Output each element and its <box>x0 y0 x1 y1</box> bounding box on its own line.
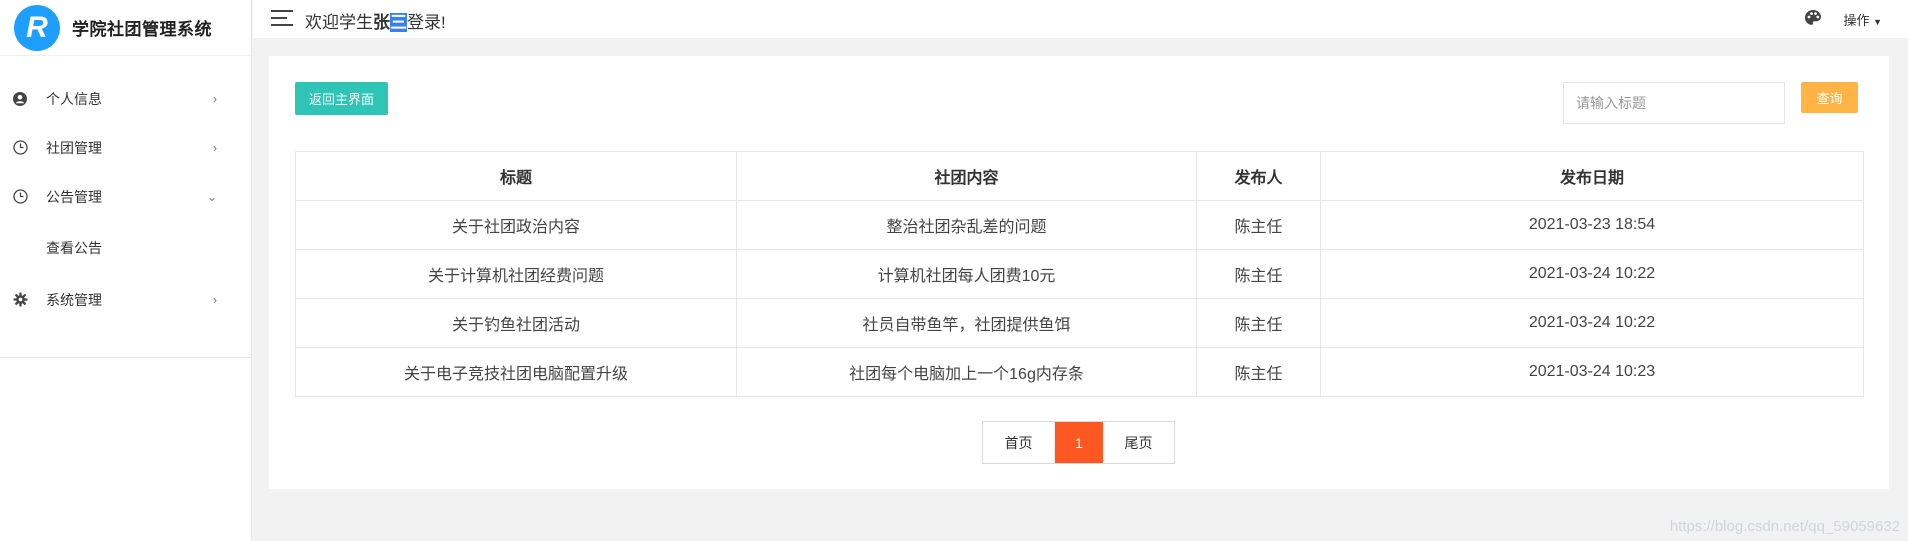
user-name: 张 <box>373 13 390 32</box>
cell-content: 整治社团杂乱差的问题 <box>736 200 1197 250</box>
table-header-row: 标题 社团内容 发布人 发布日期 <box>295 151 1864 201</box>
title-search-input[interactable] <box>1563 82 1785 124</box>
app-logo[interactable]: R 学院社团管理系统 <box>0 0 251 56</box>
cell-date: 2021-03-24 10:22 <box>1320 298 1864 348</box>
welcome-message: 欢迎学生张三登录! <box>305 8 446 33</box>
cell-publisher: 陈主任 <box>1196 298 1321 348</box>
cell-date: 2021-03-23 18:54 <box>1320 200 1864 250</box>
sidebar-item-label: 公告管理 <box>46 188 102 205</box>
operations-dropdown[interactable]: 操作 ▼ <box>1843 10 1882 29</box>
content-card: 返回主界面 查询 标题 社团内容 发布人 发布日期 关于社团政治内容 整治社团杂… <box>269 56 1889 489</box>
cell-publisher: 陈主任 <box>1196 200 1321 250</box>
gear-icon <box>12 292 28 308</box>
cell-title: 关于电子竞技社团电脑配置升级 <box>295 347 737 397</box>
caret-down-icon: ▼ <box>1873 17 1882 27</box>
cell-content: 社员自带鱼竿，社团提供鱼饵 <box>736 298 1197 348</box>
column-header-publisher: 发布人 <box>1196 151 1321 201</box>
user-circle-icon <box>12 91 28 107</box>
watermark: https://blog.csdn.net/qq_59059632 <box>1669 518 1900 535</box>
cell-title: 关于社团政治内容 <box>295 200 737 250</box>
clock-icon <box>12 140 28 156</box>
sidebar-item-label: 查看公告 <box>46 240 102 256</box>
sidebar-divider <box>0 357 252 358</box>
table-row[interactable]: 关于钓鱼社团活动 社员自带鱼竿，社团提供鱼饵 陈主任 2021-03-24 10… <box>295 298 1864 348</box>
app-title: 学院社团管理系统 <box>72 20 212 39</box>
sidebar-subitem-view-announcements[interactable]: 查看公告 <box>0 221 251 275</box>
welcome-suffix: 登录! <box>407 13 446 32</box>
back-to-main-button[interactable]: 返回主界面 <box>295 82 389 115</box>
sidebar-item-announcement-management[interactable]: 公告管理 ⌄ <box>0 172 251 221</box>
column-header-title: 标题 <box>295 151 737 201</box>
query-button[interactable]: 查询 <box>1801 82 1858 113</box>
cell-title: 关于钓鱼社团活动 <box>295 298 737 348</box>
user-name-selected: 三 <box>390 13 407 32</box>
chevron-right-icon: › <box>213 140 217 155</box>
chevron-right-icon: › <box>213 91 217 106</box>
sidebar-item-personal-info[interactable]: 个人信息 › <box>0 74 251 123</box>
sidebar-item-label: 系统管理 <box>46 291 102 308</box>
sidebar-item-club-management[interactable]: 社团管理 › <box>0 123 251 172</box>
table-row[interactable]: 关于电子竞技社团电脑配置升级 社团每个电脑加上一个16g内存条 陈主任 2021… <box>295 347 1864 397</box>
sidebar-item-system-management[interactable]: 系统管理 › <box>0 275 251 324</box>
menu-toggle-icon[interactable] <box>271 10 293 26</box>
pagination: 首页 1 尾页 <box>982 421 1175 464</box>
cell-date: 2021-03-24 10:22 <box>1320 249 1864 299</box>
chevron-down-icon: ⌄ <box>206 189 217 204</box>
cell-content: 计算机社团每人团费10元 <box>736 249 1197 299</box>
cell-date: 2021-03-24 10:23 <box>1320 347 1864 397</box>
current-page-button[interactable]: 1 <box>1055 422 1103 463</box>
announcement-table: 标题 社团内容 发布人 发布日期 关于社团政治内容 整治社团杂乱差的问题 陈主任… <box>295 151 1864 397</box>
table-row[interactable]: 关于计算机社团经费问题 计算机社团每人团费10元 陈主任 2021-03-24 … <box>295 249 1864 299</box>
cell-title: 关于计算机社团经费问题 <box>295 249 737 299</box>
logo-icon: R <box>14 4 60 51</box>
sidebar-menu: 个人信息 › 社团管理 › 公告管理 ⌄ 查看公告 系统管理 › <box>0 74 251 324</box>
column-header-date: 发布日期 <box>1320 151 1864 201</box>
cell-publisher: 陈主任 <box>1196 249 1321 299</box>
clock-icon <box>12 189 28 205</box>
welcome-prefix: 欢迎学生 <box>305 13 373 32</box>
table-row[interactable]: 关于社团政治内容 整治社团杂乱差的问题 陈主任 2021-03-23 18:54 <box>295 200 1864 250</box>
top-header: 欢迎学生张三登录! 操作 ▼ <box>253 0 1908 38</box>
sidebar-item-label: 社团管理 <box>46 139 102 156</box>
column-header-content: 社团内容 <box>736 151 1197 201</box>
last-page-button[interactable]: 尾页 <box>1103 422 1174 463</box>
cell-content: 社团每个电脑加上一个16g内存条 <box>736 347 1197 397</box>
sidebar: R 学院社团管理系统 个人信息 › 社团管理 › 公告管理 ⌄ 查看公告 系统管… <box>0 0 252 541</box>
sidebar-item-label: 个人信息 <box>46 90 102 107</box>
first-page-button[interactable]: 首页 <box>983 422 1055 463</box>
palette-icon[interactable] <box>1804 9 1822 27</box>
cell-publisher: 陈主任 <box>1196 347 1321 397</box>
chevron-right-icon: › <box>213 292 217 307</box>
operations-label: 操作 <box>1843 13 1870 28</box>
